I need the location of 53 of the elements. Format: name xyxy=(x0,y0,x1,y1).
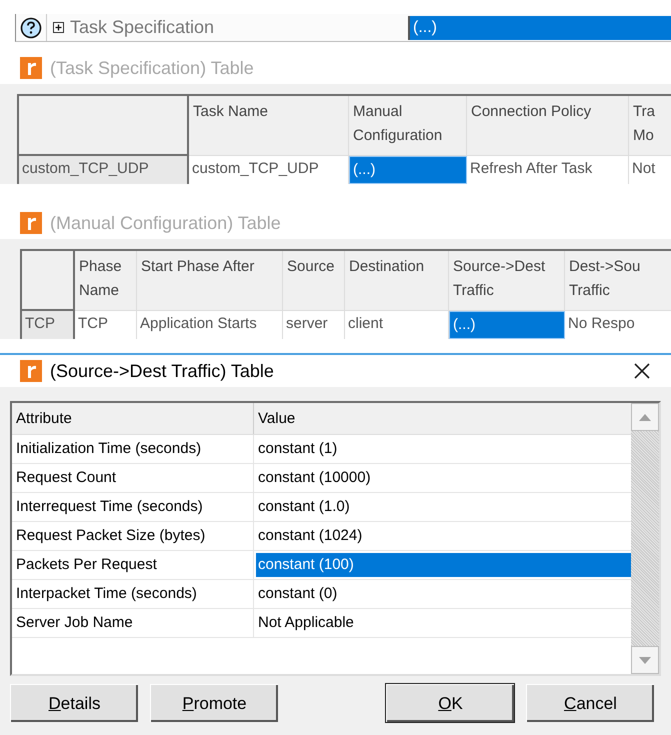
table-cell[interactable]: Application Starts xyxy=(137,311,283,339)
table-cell[interactable]: No Respo xyxy=(565,311,671,339)
app-logo-icon xyxy=(20,57,42,79)
column-header: Value xyxy=(257,409,296,429)
expand-icon[interactable] xyxy=(53,22,64,33)
value-cell[interactable]: constant (10000) xyxy=(256,466,631,490)
attribute-cell: Request Packet Size (bytes) xyxy=(12,522,254,550)
window-title: (Manual Configuration) Table xyxy=(50,212,281,235)
column-header: Manual Configuration xyxy=(349,96,467,156)
dialog-button[interactable]: Details xyxy=(10,684,138,722)
up-arrow-icon xyxy=(639,414,651,420)
app-logo-icon xyxy=(20,212,42,234)
attribute-cell: Interpacket Time (seconds) xyxy=(12,580,254,608)
attribute-cell: Initialization Time (seconds) xyxy=(12,435,254,463)
value-cell[interactable]: constant (1.0) xyxy=(256,495,631,519)
value-cell[interactable]: constant (1) xyxy=(256,437,631,461)
dialog-button[interactable]: Promote xyxy=(150,684,278,722)
row-header: TCP xyxy=(22,311,75,339)
value-cell[interactable]: constant (100) xyxy=(256,553,631,577)
help-icon[interactable] xyxy=(20,16,42,38)
close-icon xyxy=(633,362,651,380)
value-cell[interactable]: constant (1024) xyxy=(256,524,631,548)
table-cell[interactable]: custom_TCP_UDP xyxy=(189,156,349,184)
window-title: (Task Specification) Table xyxy=(50,56,254,80)
column-header: Task Name xyxy=(189,96,349,156)
table-cell[interactable]: Refresh After Task xyxy=(467,156,629,184)
attribute-cell: Server Job Name xyxy=(12,609,254,637)
dialog-button[interactable]: Cancel xyxy=(526,684,654,722)
column-header: Attribute xyxy=(12,403,254,434)
column-header: Destination xyxy=(345,251,449,311)
attribute-cell: Packets Per Request xyxy=(12,551,254,579)
column-header: Source->Dest Traffic xyxy=(449,251,565,311)
property-label: Task Specification xyxy=(70,16,216,39)
column-header: Start Phase After xyxy=(137,251,283,311)
table-cell[interactable]: server xyxy=(283,311,345,339)
table-cell[interactable]: (...) xyxy=(349,156,467,184)
property-value[interactable]: (...) xyxy=(408,16,671,40)
attribute-cell: Interrequest Time (seconds) xyxy=(12,493,254,521)
column-header: Source xyxy=(283,251,345,311)
row-header: custom_TCP_UDP xyxy=(19,156,189,184)
column-header: Connection Policy xyxy=(467,96,629,156)
dialog-button[interactable]: OK xyxy=(386,684,514,722)
table-cell[interactable]: client xyxy=(345,311,449,339)
column-header: Phase Name xyxy=(75,251,137,311)
table-cell[interactable]: Not xyxy=(629,156,671,184)
value-cell[interactable]: constant (0) xyxy=(256,582,631,606)
window-title: (Source->Dest Traffic) Table xyxy=(50,360,274,383)
value-cell[interactable]: Not Applicable xyxy=(256,611,631,635)
down-arrow-icon xyxy=(639,656,651,664)
table-cell[interactable]: (...) xyxy=(449,311,565,339)
table-cell[interactable]: TCP xyxy=(75,311,137,339)
app-logo-icon xyxy=(20,360,42,382)
attribute-cell: Request Count xyxy=(12,464,254,492)
